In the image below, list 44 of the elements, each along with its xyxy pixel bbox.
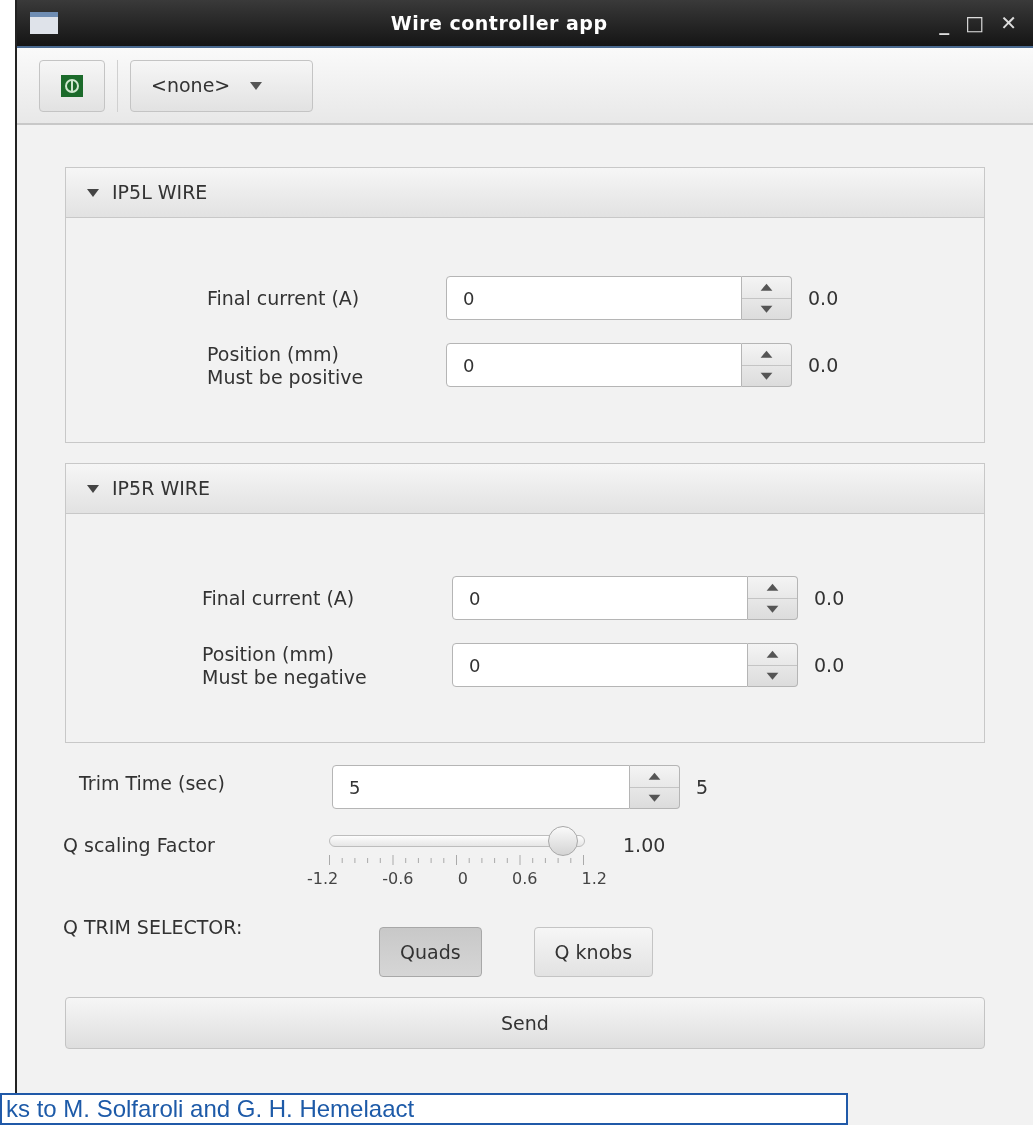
selector-label: Q TRIM SELECTOR: — [63, 915, 244, 940]
number-field[interactable]: 0 — [446, 276, 742, 320]
tick-label: -1.2 — [307, 868, 339, 890]
caret-icon — [250, 81, 263, 90]
toggle-button[interactable]: Q knobs — [533, 927, 654, 977]
dropdown[interactable]: <none> — [130, 59, 313, 112]
expand-arrow-icon — [86, 483, 100, 494]
field-label: Final current (A) — [202, 586, 356, 610]
trim-time-label: Trim Time (sec) — [79, 771, 226, 796]
power-button[interactable] — [39, 59, 105, 112]
close-button[interactable]: ✕ — [1000, 13, 1017, 33]
slider-reading: 1.00 — [623, 833, 666, 858]
field-label: Position (mm) — [207, 342, 340, 366]
toggle-button[interactable]: Quads — [379, 927, 482, 977]
send-button[interactable]: Send — [65, 997, 985, 1049]
field-hint: Must be negative — [202, 666, 368, 688]
number-field[interactable]: 0 — [446, 343, 742, 387]
field-label: Final current (A) — [207, 286, 361, 310]
panel-header[interactable]: IP5R WIRE — [66, 464, 984, 514]
tick-label: 1.2 — [581, 868, 607, 890]
minimize-button[interactable]: _ — [939, 13, 950, 33]
slider-label: Q scaling Factor — [63, 833, 216, 858]
value-reading: 0.0 — [808, 285, 839, 311]
number-field[interactable]: 5 — [332, 765, 630, 809]
panel-title: IP5R WIRE — [112, 476, 210, 502]
maximize-button[interactable]: □ — [965, 13, 985, 33]
value-reading: 5 — [696, 774, 709, 800]
value-reading: 0.0 — [808, 352, 839, 378]
value-reading: 0.0 — [814, 652, 845, 678]
tick-label: 0.6 — [511, 868, 538, 890]
caption-text: ks to M. Solfaroli and G. H. Hemelaact — [5, 1095, 416, 1123]
tick-label: -0.6 — [382, 868, 414, 890]
expand-arrow-icon — [86, 187, 100, 198]
tick-label: 0 — [457, 868, 468, 890]
number-field[interactable]: 0 — [452, 643, 748, 687]
window-icon — [29, 11, 59, 35]
number-field[interactable]: 0 — [452, 576, 748, 620]
panel-title: IP5L WIRE — [112, 180, 208, 206]
slider-thumb[interactable] — [547, 826, 578, 856]
field-label: Position (mm) — [202, 642, 335, 666]
field-hint: Must be positive — [207, 366, 365, 388]
value-reading: 0.0 — [814, 585, 845, 611]
panel-header[interactable]: IP5L WIRE — [66, 168, 984, 218]
window-title: Wire controller app — [389, 10, 609, 36]
